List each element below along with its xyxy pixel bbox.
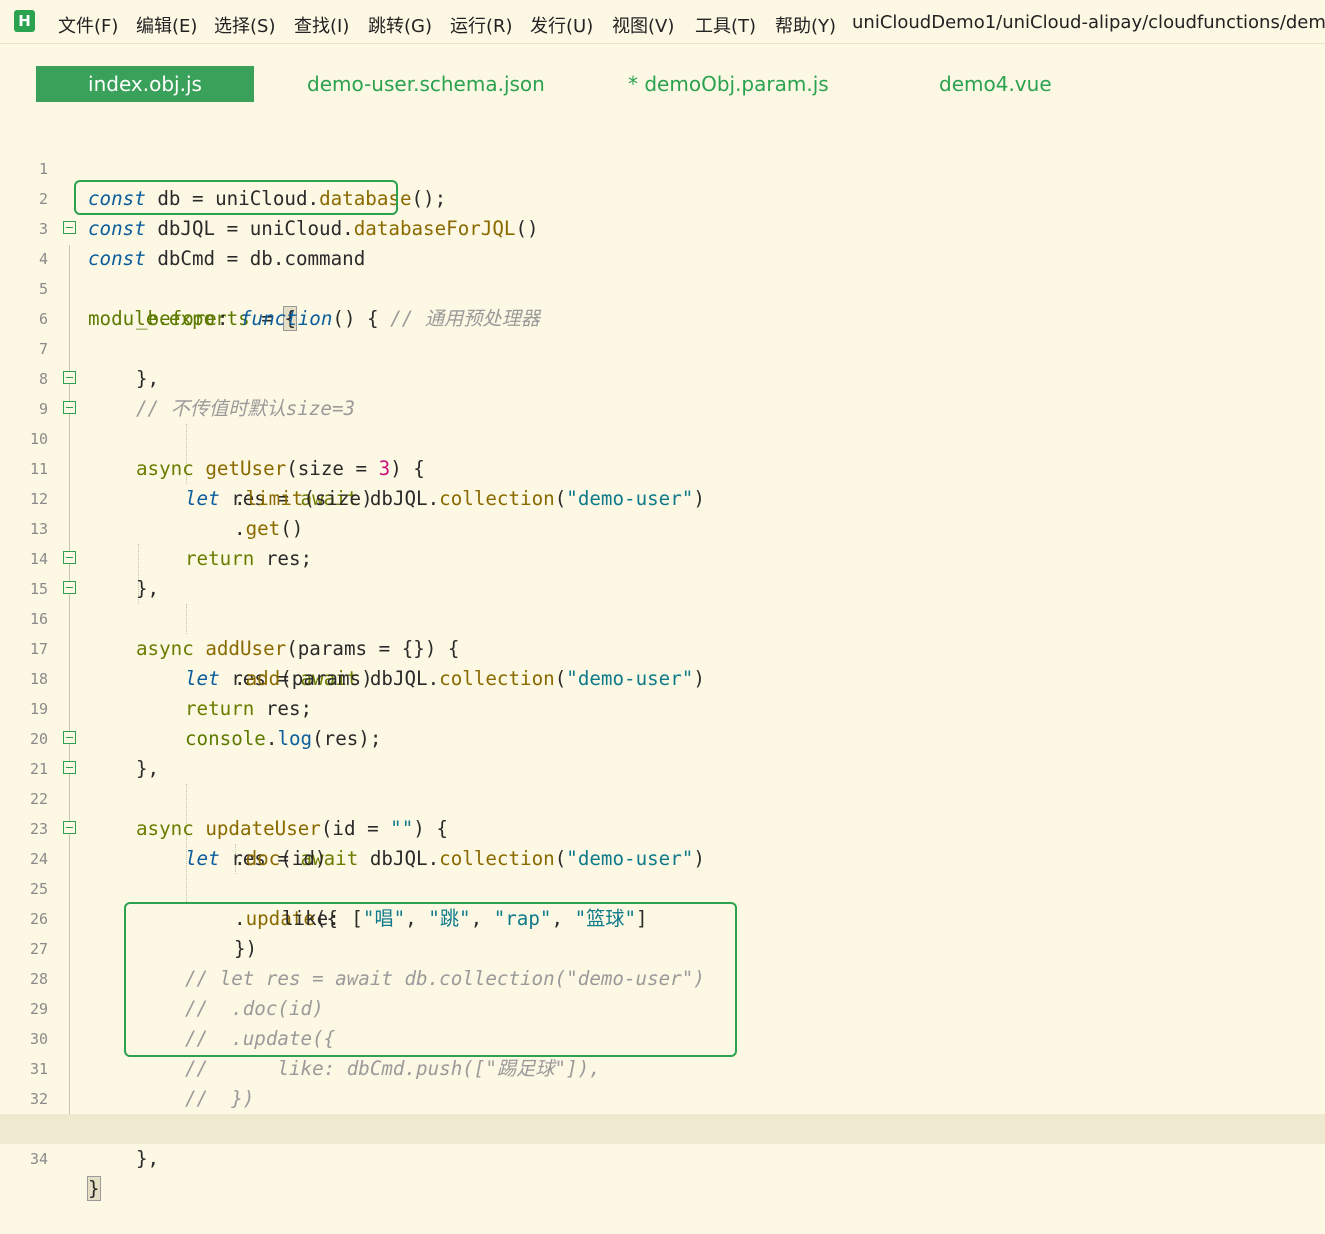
code-line: 13 return res; <box>0 484 1325 570</box>
code-line: 8 // 不传值时默认size=3 <box>0 334 1325 420</box>
code-editor[interactable]: 1 const db = uniCloud.database(); 2 cons… <box>0 124 1325 1201</box>
menu-publish[interactable]: 发行(U) <box>530 12 593 38</box>
code-line: 11 .limit(size) <box>0 424 1325 510</box>
tab-demo4-vue[interactable]: demo4.vue <box>939 66 1052 102</box>
code-line: 26 }) <box>0 874 1325 960</box>
menu-find[interactable]: 查找(I) <box>294 12 349 38</box>
code-line: 32 console.log(res); <box>0 1054 1325 1140</box>
code-line: 19 console.log(res); <box>0 664 1325 750</box>
menu-select[interactable]: 选择(S) <box>214 12 275 38</box>
tab-demoobj-param-js[interactable]: * demoObj.param.js <box>628 66 829 102</box>
hbuilder-logo-icon[interactable]: H <box>14 10 35 32</box>
menu-help[interactable]: 帮助(Y) <box>775 12 836 38</box>
code-line: 22 let res = await dbJQL.collection("dem… <box>0 754 1325 870</box>
menu-file[interactable]: 文件(F) <box>58 12 118 38</box>
fold-toggle-icon[interactable] <box>63 221 76 234</box>
code-line: 4 module.exports = { <box>0 214 1325 331</box>
code-line: 1 const db = uniCloud.database(); <box>0 124 1325 210</box>
tab-index-obj-js[interactable]: index.obj.js <box>36 66 254 102</box>
code-line: 5 _before: function() { // 通用预处理器 <box>0 244 1325 330</box>
highlight-box-commented-code <box>124 902 737 1057</box>
line-number: 34 <box>29 1150 48 1168</box>
fold-toggle-icon[interactable] <box>63 551 76 564</box>
window-title-path: uniCloudDemo1/uniCloud-alipay/cloudfunct… <box>852 12 1325 33</box>
matched-brace: } <box>87 1176 101 1201</box>
code-line: 14 }, <box>0 514 1325 600</box>
fold-toggle-icon[interactable] <box>63 581 76 594</box>
menu-edit[interactable]: 编辑(E) <box>136 12 197 38</box>
fold-toggle-icon[interactable] <box>63 401 76 414</box>
code-line: 16 let res = await dbJQL.collection("dem… <box>0 574 1325 690</box>
code-line: 33 }, <box>0 1084 1325 1170</box>
menu-goto[interactable]: 跳转(G) <box>368 12 432 38</box>
fold-toggle-icon[interactable] <box>63 371 76 384</box>
menu-tools[interactable]: 工具(T) <box>695 12 756 38</box>
code-line: 6 <box>0 274 1325 328</box>
highlight-box-dbcmd <box>74 180 398 215</box>
code-line: 18 return res; <box>0 634 1325 720</box>
tab-demo-user-schema-json[interactable]: demo-user.schema.json <box>307 66 545 102</box>
fold-toggle-icon[interactable] <box>63 761 76 774</box>
fold-toggle-icon[interactable] <box>63 731 76 744</box>
code-line: 17 .add(params) <box>0 604 1325 690</box>
code-line: 15 async addUser(params = {}) { <box>0 544 1325 660</box>
code-line: 25 like: ["唱", "跳", "rap", "篮球"] <box>0 844 1325 930</box>
menu-run[interactable]: 运行(R) <box>450 12 513 38</box>
code-line: 21 async updateUser(id = "") { <box>0 724 1325 840</box>
token: }, <box>136 1147 160 1170</box>
code-line: 20 }, <box>0 694 1325 780</box>
menu-view[interactable]: 视图(V) <box>612 12 674 38</box>
menu-bar: H 文件(F) 编辑(E) 选择(S) 查找(I) 跳转(G) 运行(R) 发行… <box>0 0 1325 44</box>
code-line: 23 .doc(id) <box>0 784 1325 870</box>
fold-toggle-icon[interactable] <box>63 821 76 834</box>
code-line: 24 .update({ <box>0 814 1325 930</box>
code-line: 12 .get() <box>0 454 1325 540</box>
code-line: 10 let res = await dbJQL.collection("dem… <box>0 394 1325 510</box>
code-line-current: 34 } <box>0 1114 1325 1201</box>
code-line: 7 }, <box>0 304 1325 390</box>
code-line: 9 async getUser(size = 3) { <box>0 364 1325 480</box>
